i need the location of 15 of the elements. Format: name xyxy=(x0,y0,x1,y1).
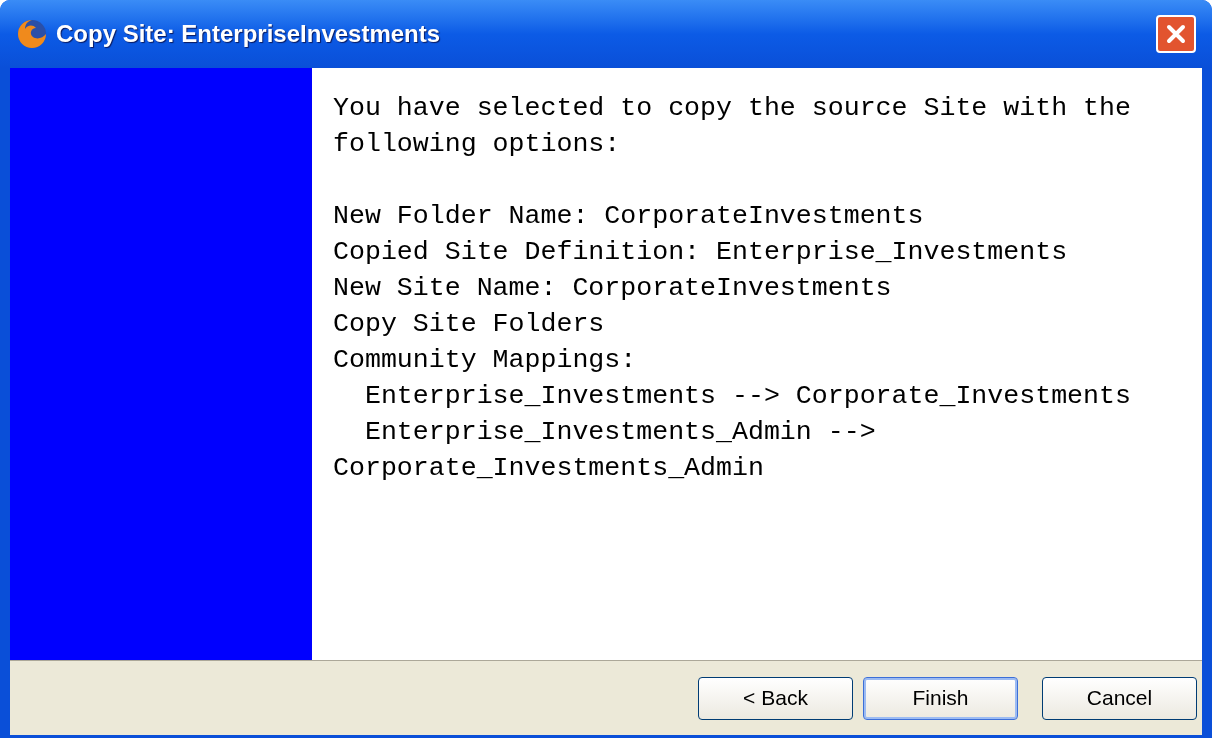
close-button[interactable] xyxy=(1156,15,1196,53)
globe-icon xyxy=(16,18,48,50)
dialog-button[interactable]: < Back xyxy=(698,676,853,720)
option-line: Copied Site Definition: Enterprise_Investments xyxy=(333,236,1069,269)
option-line: New Folder Name: CorporateInvestments xyxy=(333,200,925,233)
dialog-button[interactable]: Finish xyxy=(863,676,1018,720)
option-line: Community Mappings: xyxy=(333,344,638,377)
option-line: New Site Name: CorporateInvestments xyxy=(333,272,893,305)
dialog-button[interactable]: Cancel xyxy=(1042,676,1197,720)
close-icon xyxy=(1166,24,1186,44)
intro-text: You have selected to copy the source Site with the following options: xyxy=(333,92,1132,161)
option-line: Enterprise_Investments_Admin --> Corporate_Investments_Admin xyxy=(333,416,877,485)
window-title: Copy Site: EnterpriseInvestments xyxy=(56,19,441,49)
option-line: Enterprise_Investments --> Corporate_Investments xyxy=(363,380,1132,413)
option-line: Copy Site Folders xyxy=(333,308,606,341)
